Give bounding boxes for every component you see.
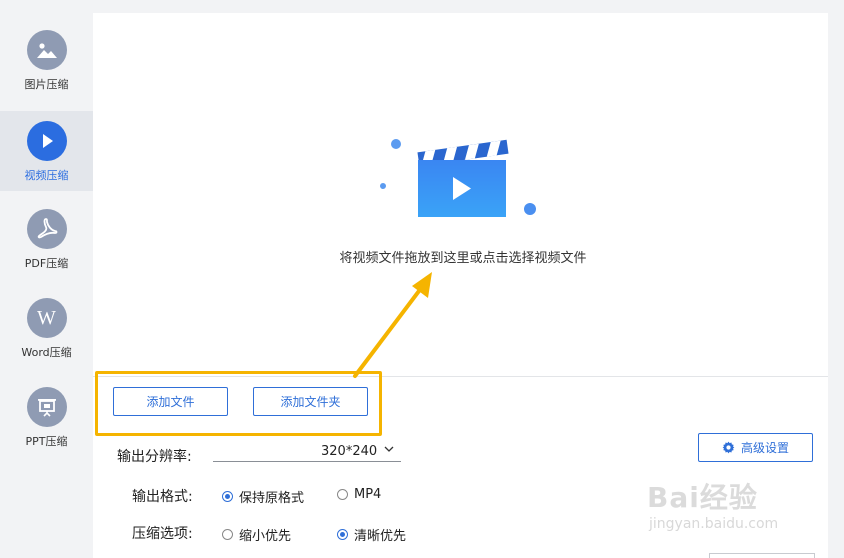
sidebar-item-label: 图片压缩 xyxy=(24,78,69,91)
sidebar-item-video[interactable]: 视频压缩 xyxy=(0,111,93,191)
resolution-value: 320*240 xyxy=(321,444,378,459)
advanced-settings-button[interactable]: 高级设置 xyxy=(698,433,813,462)
compress-option-quality[interactable]: 清晰优先 xyxy=(337,525,406,544)
radio-selected-icon xyxy=(337,529,348,540)
watermark-logo: Bai经验 xyxy=(647,481,758,514)
radio-unselected-icon xyxy=(337,489,348,500)
sidebar-item-label: PDF压缩 xyxy=(24,257,69,270)
image-icon xyxy=(26,30,67,70)
sidebar: 图片压缩 视频压缩 PDF压缩 W Word压缩 PPT压缩 xyxy=(0,0,93,558)
format-label: 输出格式: xyxy=(132,489,193,505)
play-icon xyxy=(26,121,67,161)
bottom-button-edge[interactable] xyxy=(709,553,815,558)
compress-option-size[interactable]: 缩小优先 xyxy=(222,525,291,544)
drop-hint-text: 将视频文件拖放到这里或点击选择视频文件 xyxy=(339,251,587,266)
radio-selected-icon xyxy=(222,491,233,502)
gear-icon xyxy=(722,441,735,454)
sidebar-item-label: 视频压缩 xyxy=(24,169,69,182)
sidebar-item-image[interactable]: 图片压缩 xyxy=(0,30,93,110)
ppt-icon xyxy=(26,387,67,427)
watermark: Bai经验 jingyan.baidu.com xyxy=(647,476,837,546)
sidebar-item-ppt[interactable]: PPT压缩 xyxy=(0,387,93,467)
resolution-select[interactable]: 320*240 xyxy=(213,443,401,462)
watermark-url: jingyan.baidu.com xyxy=(649,516,779,532)
annotation-arrow-icon xyxy=(353,272,432,378)
sidebar-item-label: Word压缩 xyxy=(21,346,72,359)
sidebar-item-label: PPT压缩 xyxy=(25,435,68,448)
compress-label: 压缩选项: xyxy=(132,526,193,542)
format-option-original[interactable]: 保持原格式 xyxy=(222,487,304,506)
pdf-icon xyxy=(26,209,67,249)
format-option-mp4[interactable]: MP4 xyxy=(337,487,381,502)
radio-unselected-icon xyxy=(222,529,233,540)
sidebar-item-word[interactable]: W Word压缩 xyxy=(0,298,93,378)
resolution-label: 输出分辨率: xyxy=(117,449,192,465)
chevron-down-icon xyxy=(384,446,394,452)
word-icon: W xyxy=(26,298,67,338)
annotation-highlight-box xyxy=(95,371,382,436)
drop-zone[interactable]: 将视频文件拖放到这里或点击选择视频文件 xyxy=(93,13,828,376)
sidebar-item-pdf[interactable]: PDF压缩 xyxy=(0,209,93,289)
video-clapper-icon xyxy=(380,139,536,217)
